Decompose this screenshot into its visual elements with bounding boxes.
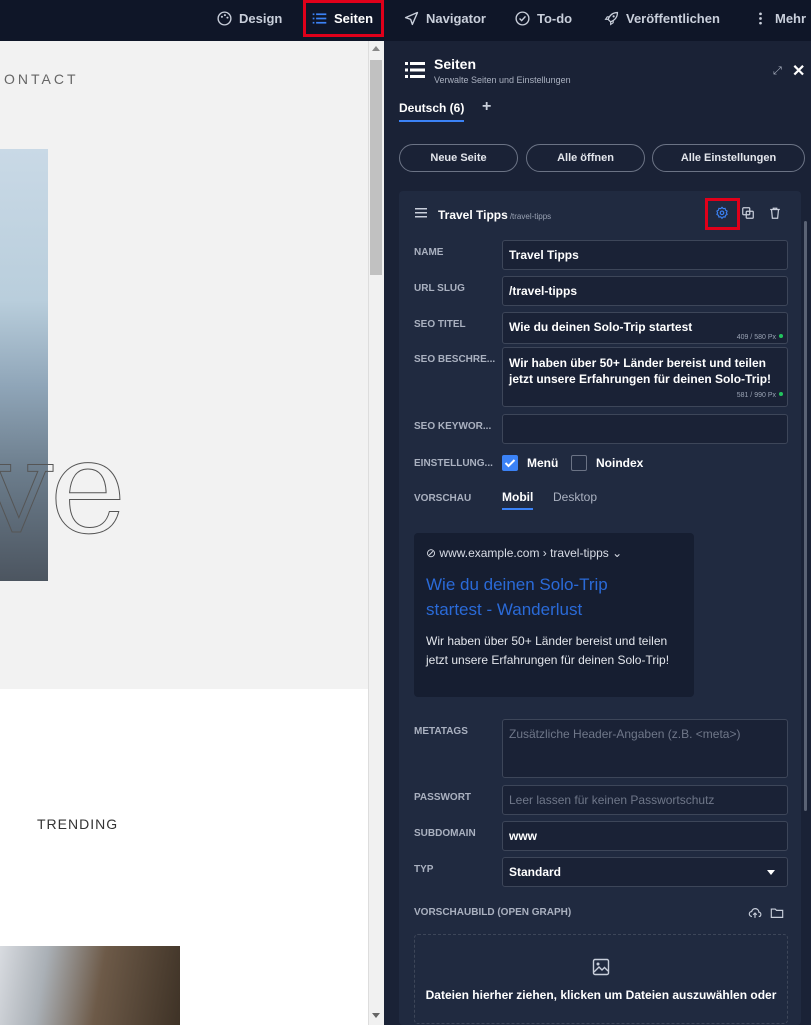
nav-design-label: Design: [239, 11, 283, 26]
scroll-up-arrow-icon[interactable]: [372, 46, 380, 51]
expand-icon[interactable]: ⤢: [773, 65, 782, 78]
preview-scroll-thumb[interactable]: [370, 60, 382, 275]
page-slug: /travel-tipps: [509, 212, 552, 221]
url-slug-label: URL SLUG: [414, 283, 465, 294]
chevron-down-icon[interactable]: [767, 870, 775, 875]
settings-gear-icon[interactable]: [715, 206, 729, 220]
panel-title: Seiten: [434, 56, 477, 72]
globe-icon: ⊘: [426, 546, 437, 560]
menu-checkbox-label[interactable]: Menü: [527, 456, 558, 470]
pages-panel: Seiten Verwalte Seiten und Einstellungen…: [385, 41, 811, 1025]
preview-label: VORSCHAU: [414, 493, 472, 504]
more-vertical-icon: [759, 12, 762, 25]
open-all-button[interactable]: Alle öffnen: [526, 144, 645, 172]
seo-keywords-label: SEO KEYWOR...: [414, 421, 492, 432]
website-preview[interactable]: ONTACT ve TRENDING: [0, 41, 368, 1025]
top-toolbar: Design Seiten Navigator To-do Veröffentl…: [0, 0, 811, 41]
metatags-label: METATAGS: [414, 726, 468, 737]
type-label: TYP: [414, 864, 434, 875]
og-image-label: VORSCHAUBILD (OPEN GRAPH): [414, 907, 572, 918]
serp-url-text: www.example.com › travel-tipps ⌄: [439, 546, 623, 560]
subdomain-label: SUBDOMAIN: [414, 828, 476, 839]
dropzone-text: Dateien hierher ziehen, klicken um Datei…: [425, 988, 777, 1002]
nav-more-label: Mehr: [775, 11, 807, 26]
tab-mobile[interactable]: Mobil: [502, 490, 534, 510]
seo-description-counter: 581 / 990 Px: [737, 388, 783, 404]
panel-subtitle: Verwalte Seiten und Einstellungen: [434, 75, 571, 85]
menu-checkbox[interactable]: [502, 455, 518, 471]
nav-publish[interactable]: Veröffentlichen: [603, 0, 720, 37]
seo-title-value: Wie du deinen Solo-Trip startest: [509, 320, 693, 334]
seo-keywords-field[interactable]: [502, 414, 788, 444]
drag-handle-icon[interactable]: [415, 208, 427, 218]
password-field[interactable]: Leer lassen für keinen Passwortschutz: [502, 785, 788, 815]
password-label: PASSWORT: [414, 792, 472, 803]
noindex-checkbox-label[interactable]: Noindex: [596, 456, 643, 470]
all-settings-button[interactable]: Alle Einstellungen: [652, 144, 805, 172]
nav-navigator[interactable]: Navigator: [403, 0, 486, 37]
nav-seiten[interactable]: Seiten: [311, 0, 373, 37]
scroll-down-arrow-icon[interactable]: [372, 1013, 380, 1018]
nav-navigator-label: Navigator: [426, 11, 486, 26]
seo-description-label: SEO BESCHRE...: [414, 354, 496, 365]
tab-desktop[interactable]: Desktop: [553, 490, 597, 504]
serp-title: Wie du deinen Solo-Trip startest - Wande…: [426, 575, 608, 619]
tab-language-deutsch[interactable]: Deutsch (6): [399, 101, 465, 122]
palette-icon: [217, 11, 232, 26]
new-page-button[interactable]: Neue Seite: [399, 144, 518, 172]
subdomain-field[interactable]: www: [502, 821, 788, 851]
seo-title-counter: 409 / 580 Px: [737, 334, 783, 341]
nav-todo[interactable]: To-do: [514, 0, 572, 37]
seo-title-label: SEO TITEL: [414, 319, 466, 330]
check-circle-icon: [515, 11, 530, 26]
rocket-icon: [604, 11, 619, 26]
nav-seiten-label: Seiten: [334, 11, 374, 26]
page-card-title: Travel Tipps/travel-tipps: [438, 208, 551, 222]
panel-scrollbar[interactable]: [804, 221, 807, 811]
waterfall-image: [0, 946, 180, 1025]
nav-todo-label: To-do: [537, 11, 573, 26]
url-slug-field[interactable]: /travel-tipps: [502, 276, 788, 306]
metatags-field[interactable]: Zusätzliche Header-Angaben (z.B. <meta>): [502, 719, 788, 778]
site-nav-contact[interactable]: ONTACT: [4, 71, 79, 87]
image-icon: [592, 958, 610, 976]
settings-label: EINSTELLUNG...: [414, 458, 493, 469]
pages-list-icon: [405, 62, 425, 78]
noindex-checkbox[interactable]: [571, 455, 587, 471]
hero-outline-text: ve: [0, 411, 127, 564]
close-icon[interactable]: ✕: [792, 61, 805, 81]
seo-description-value: Wir haben über 50+ Länder bereist und te…: [509, 356, 772, 386]
nav-design[interactable]: Design: [216, 0, 282, 37]
duplicate-icon[interactable]: [741, 206, 755, 220]
type-select[interactable]: Standard: [502, 857, 788, 887]
add-language-button[interactable]: +: [482, 98, 491, 116]
seo-title-field[interactable]: Wie du deinen Solo-Trip startest 409 / 5…: [502, 312, 788, 344]
serp-url: ⊘ www.example.com › travel-tipps ⌄: [426, 546, 622, 560]
name-field[interactable]: Travel Tipps: [502, 240, 788, 270]
nav-more[interactable]: Mehr: [752, 0, 806, 37]
name-label: NAME: [414, 247, 444, 258]
serp-description: Wir haben über 50+ Länder bereist und te…: [426, 634, 670, 667]
list-icon: [312, 13, 327, 24]
trending-heading: TRENDING: [37, 816, 119, 832]
seo-description-field[interactable]: Wir haben über 50+ Länder bereist und te…: [502, 347, 788, 407]
og-image-dropzone[interactable]: [414, 934, 788, 1024]
trash-icon[interactable]: [768, 206, 782, 220]
upload-cloud-icon[interactable]: [748, 906, 762, 920]
page-title: Travel Tipps: [438, 208, 508, 222]
folder-icon[interactable]: [770, 906, 784, 920]
navigation-arrow-icon: [404, 11, 419, 26]
checkmark-icon: [504, 459, 516, 468]
nav-publish-label: Veröffentlichen: [626, 11, 720, 26]
